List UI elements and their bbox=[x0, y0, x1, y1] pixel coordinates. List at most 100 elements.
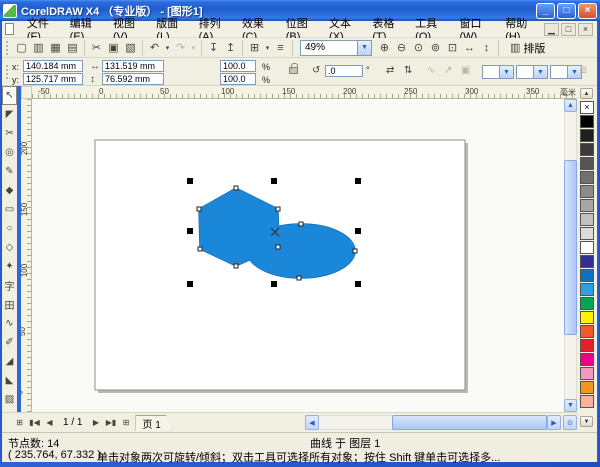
scale-vertical-field[interactable]: 100.0 bbox=[220, 73, 256, 85]
eyedropper-tool[interactable]: ✐ bbox=[2, 333, 17, 352]
line-style-selector[interactable]: ▼ bbox=[516, 65, 548, 79]
layout-button[interactable]: ▥ 排版 bbox=[505, 39, 550, 57]
selection-handle[interactable] bbox=[187, 178, 193, 184]
color-swatch[interactable] bbox=[580, 241, 594, 254]
import-icon[interactable]: ↧ bbox=[205, 40, 222, 56]
cut-icon[interactable]: ✂ bbox=[88, 40, 105, 56]
color-swatch[interactable] bbox=[580, 325, 594, 338]
scroll-down-icon[interactable]: ▼ bbox=[564, 399, 577, 412]
selection-handle[interactable] bbox=[355, 228, 361, 234]
launcher-dropdown-icon[interactable]: ▾ bbox=[263, 40, 272, 56]
scale-horizontal-field[interactable]: 100.0 bbox=[220, 60, 256, 72]
welded-shape-ellipse-fill[interactable] bbox=[247, 224, 355, 278]
y-position-field[interactable]: 125.717 mm bbox=[23, 73, 83, 85]
save-icon[interactable]: ▦ bbox=[47, 40, 64, 56]
zoom-page-icon[interactable]: ⊡ bbox=[444, 40, 461, 56]
color-swatch[interactable] bbox=[580, 129, 594, 142]
horizontal-ruler[interactable]: 毫米 -50 0 50 100 150 200 250 300 350 bbox=[32, 86, 578, 99]
object-height-field[interactable]: 76.592 mm bbox=[102, 73, 164, 85]
rotation-angle-field[interactable]: .0 bbox=[325, 65, 363, 77]
color-swatch[interactable] bbox=[580, 199, 594, 212]
export-icon[interactable]: ↥ bbox=[222, 40, 239, 56]
new-document-icon[interactable]: ▢ bbox=[13, 40, 30, 56]
scroll-right-icon[interactable]: ▶ bbox=[547, 415, 561, 430]
fill-tool[interactable]: ◣ bbox=[2, 371, 17, 390]
color-swatch[interactable] bbox=[580, 185, 594, 198]
curve-node[interactable] bbox=[197, 246, 203, 252]
paste-icon[interactable]: ▧ bbox=[122, 40, 139, 56]
first-page-icon[interactable]: ▮◀ bbox=[27, 415, 42, 430]
color-swatch[interactable] bbox=[580, 143, 594, 156]
doc-minimize-icon[interactable]: ▁ bbox=[544, 22, 559, 36]
vertical-scroll-thumb[interactable] bbox=[564, 160, 577, 335]
basic-shapes-tool[interactable]: ✦ bbox=[2, 257, 17, 276]
curve-node[interactable] bbox=[233, 185, 239, 191]
copy-icon[interactable]: ▣ bbox=[105, 40, 122, 56]
print-icon[interactable]: ▤ bbox=[64, 40, 81, 56]
mirror-horizontal-icon[interactable]: ⇄ bbox=[386, 65, 394, 76]
zoom-out-icon[interactable]: ⊖ bbox=[393, 40, 410, 56]
outline-tool[interactable]: ◢ bbox=[2, 352, 17, 371]
zoom-selected-icon[interactable]: ⊙ bbox=[410, 40, 427, 56]
mirror-vertical-icon[interactable]: ⇅ bbox=[404, 65, 412, 76]
scroll-up-icon[interactable]: ▲ bbox=[564, 99, 577, 112]
color-swatch[interactable] bbox=[580, 353, 594, 366]
rectangle-tool[interactable]: ▭ bbox=[2, 200, 17, 219]
maximize-button[interactable]: □ bbox=[557, 2, 576, 19]
selection-handle[interactable] bbox=[271, 281, 277, 287]
zoom-width-icon[interactable]: ↔ bbox=[461, 40, 478, 56]
page-tab[interactable]: 页 1 bbox=[135, 415, 171, 431]
color-swatch[interactable] bbox=[580, 311, 594, 324]
chevron-down-icon[interactable]: ▼ bbox=[533, 66, 547, 78]
drawing-canvas[interactable] bbox=[32, 99, 564, 412]
color-swatch[interactable] bbox=[580, 213, 594, 226]
selection-handle[interactable] bbox=[187, 228, 193, 234]
no-color-swatch[interactable]: × bbox=[580, 101, 594, 114]
doc-close-icon[interactable]: × bbox=[578, 22, 593, 36]
undo-icon[interactable]: ↶ bbox=[146, 40, 163, 56]
shape-tool[interactable]: ◤ bbox=[2, 105, 17, 124]
curve-node[interactable] bbox=[233, 263, 239, 269]
vertical-ruler[interactable]: 250200150100500 bbox=[21, 99, 32, 412]
selection-handle[interactable] bbox=[271, 178, 277, 184]
zoom-level-combobox[interactable]: 49% ▼ bbox=[300, 39, 372, 56]
zoom-tool[interactable]: ◎ bbox=[2, 143, 17, 162]
color-swatch[interactable] bbox=[580, 157, 594, 170]
zoom-height-icon[interactable]: ↕ bbox=[478, 40, 495, 56]
color-swatch[interactable] bbox=[580, 269, 594, 282]
selection-handle[interactable] bbox=[187, 281, 193, 287]
arrow-end-selector[interactable]: ▼ bbox=[550, 65, 582, 79]
add-page-front-icon[interactable]: ⊞ bbox=[12, 415, 27, 430]
lock-ratio-icon[interactable] bbox=[289, 63, 298, 74]
curve-node[interactable] bbox=[298, 221, 304, 227]
horizontal-scroll-thumb[interactable] bbox=[392, 415, 547, 430]
last-page-icon[interactable]: ▶▮ bbox=[103, 415, 118, 430]
close-button[interactable]: × bbox=[578, 2, 597, 19]
chevron-down-icon[interactable]: ▼ bbox=[357, 40, 371, 55]
polygon-tool[interactable]: ◇ bbox=[2, 238, 17, 257]
propbar-grip[interactable] bbox=[6, 65, 9, 79]
curve-node[interactable] bbox=[352, 248, 358, 254]
color-swatch[interactable] bbox=[580, 171, 594, 184]
color-swatch[interactable] bbox=[580, 255, 594, 268]
color-swatch[interactable] bbox=[580, 227, 594, 240]
navigator-button[interactable]: ⊙ bbox=[563, 415, 577, 430]
palette-scroll-down-icon[interactable]: ▼ bbox=[580, 416, 593, 427]
ellipse-tool[interactable]: ○ bbox=[2, 219, 17, 238]
open-icon[interactable]: ▥ bbox=[30, 40, 47, 56]
snap-options-icon[interactable]: ≡ bbox=[272, 40, 289, 56]
smart-fill-tool[interactable]: ◆ bbox=[2, 181, 17, 200]
color-swatch[interactable] bbox=[580, 381, 594, 394]
color-swatch[interactable] bbox=[580, 115, 594, 128]
x-position-field[interactable]: 140.184 mm bbox=[23, 60, 83, 72]
pick-tool[interactable]: ↖ bbox=[2, 86, 17, 105]
crop-tool[interactable]: ✂ bbox=[2, 124, 17, 143]
selection-handle[interactable] bbox=[355, 281, 361, 287]
add-page-back-icon[interactable]: ⊞ bbox=[118, 415, 133, 430]
doc-restore-icon[interactable]: □ bbox=[561, 22, 576, 36]
ruler-origin-button[interactable] bbox=[21, 86, 32, 99]
zoom-all-icon[interactable]: ⊚ bbox=[427, 40, 444, 56]
curve-node[interactable] bbox=[196, 206, 202, 212]
palette-scroll-up-icon[interactable]: ▲ bbox=[580, 88, 593, 99]
color-swatch[interactable] bbox=[580, 367, 594, 380]
